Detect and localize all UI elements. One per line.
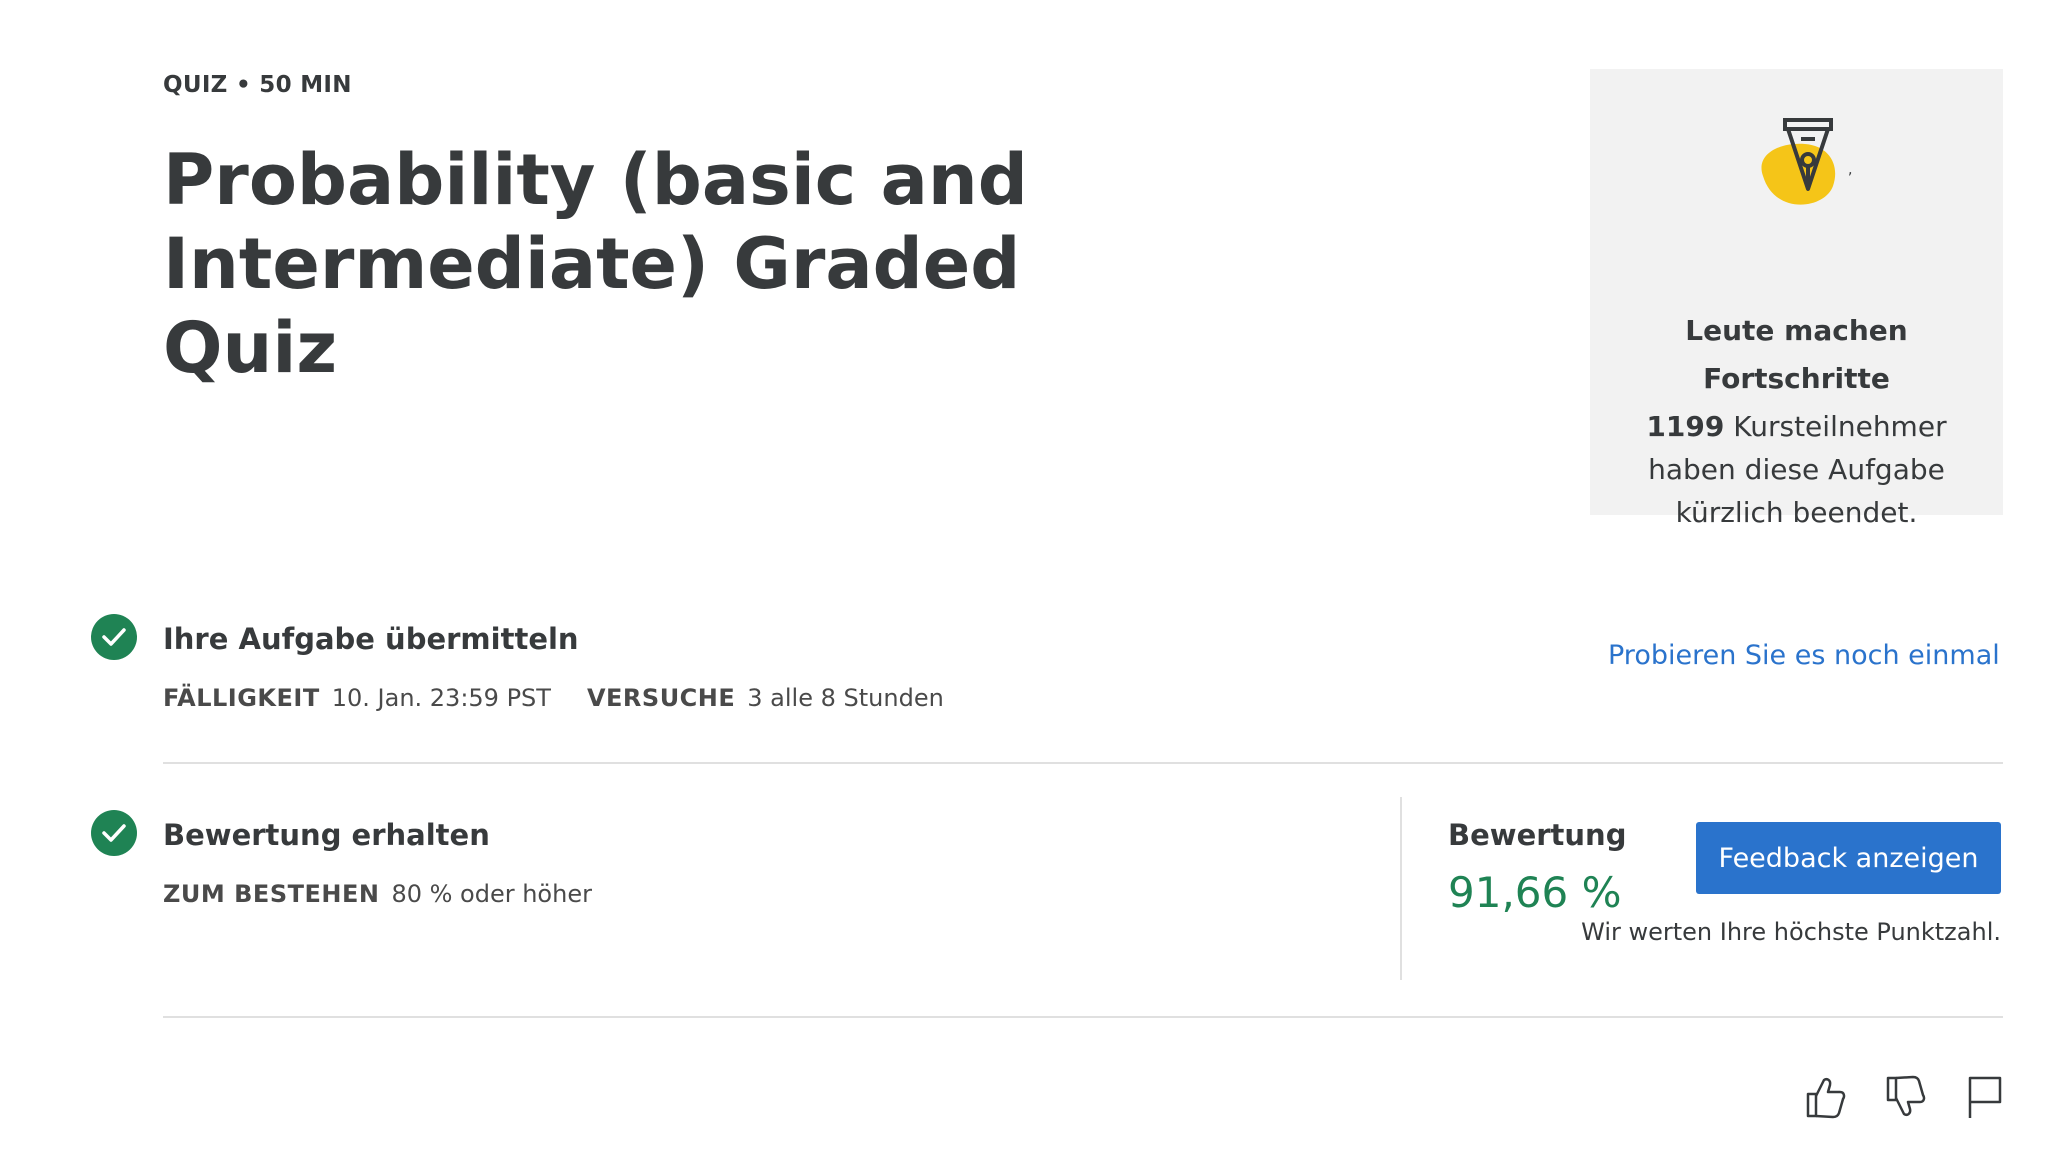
progress-heading: Leute machen Fortschritte [1685, 314, 1908, 395]
pass-label: ZUM BESTEHEN [163, 880, 380, 908]
grade-value: 91,66 % [1448, 868, 1622, 917]
grade-section-title: Bewertung erhalten [163, 818, 490, 852]
view-feedback-button[interactable]: Feedback anzeigen [1696, 822, 2001, 894]
check-circle-icon [91, 810, 137, 856]
due-value: 10. Jan. 23:59 PST [331, 684, 551, 712]
progress-description: 1199 Kursteilnehmer haben diese Aufgabe … [1620, 405, 1973, 534]
check-circle-icon [91, 614, 137, 660]
retry-link[interactable]: Probieren Sie es noch einmal [1608, 640, 2000, 671]
submit-section-title: Ihre Aufgabe übermitteln [163, 622, 579, 656]
pen-nib-icon: , [1761, 118, 1852, 205]
grade-note: Wir werten Ihre höchste Punktzahl. [1581, 918, 2001, 946]
learner-count: 1199 [1646, 410, 1725, 443]
progress-card: , Leute machen Fortschritte 1199 Kurstei… [1590, 69, 2003, 529]
attempts-label: VERSUCHE [586, 684, 736, 712]
thumbs-up-icon[interactable] [1802, 1072, 1848, 1122]
section-divider [163, 762, 2003, 764]
vertical-divider [1400, 797, 1402, 980]
attempts-value: 3 alle 8 Stunden [747, 684, 944, 712]
pass-details: ZUM BESTEHEN 80 % oder höher [163, 880, 628, 908]
flag-icon[interactable] [1962, 1072, 2008, 1122]
thumbs-down-icon[interactable] [1882, 1072, 1928, 1122]
pass-value: 80 % oder höher [391, 880, 592, 908]
quiz-page: QUIZ • 50 MIN Probability (basic and Int… [0, 0, 2058, 1160]
svg-text:,: , [1848, 162, 1852, 178]
submit-details: FÄLLIGKEIT 10. Jan. 23:59 PST VERSUCHE 3 al… [163, 684, 980, 712]
section-divider [163, 1016, 2003, 1018]
grade-label: Bewertung [1448, 818, 1627, 852]
due-label: FÄLLIGKEIT [163, 684, 320, 712]
item-meta: QUIZ • 50 MIN [163, 72, 352, 98]
page-title: Probability (basic and Intermediate) Gra… [163, 139, 1028, 389]
